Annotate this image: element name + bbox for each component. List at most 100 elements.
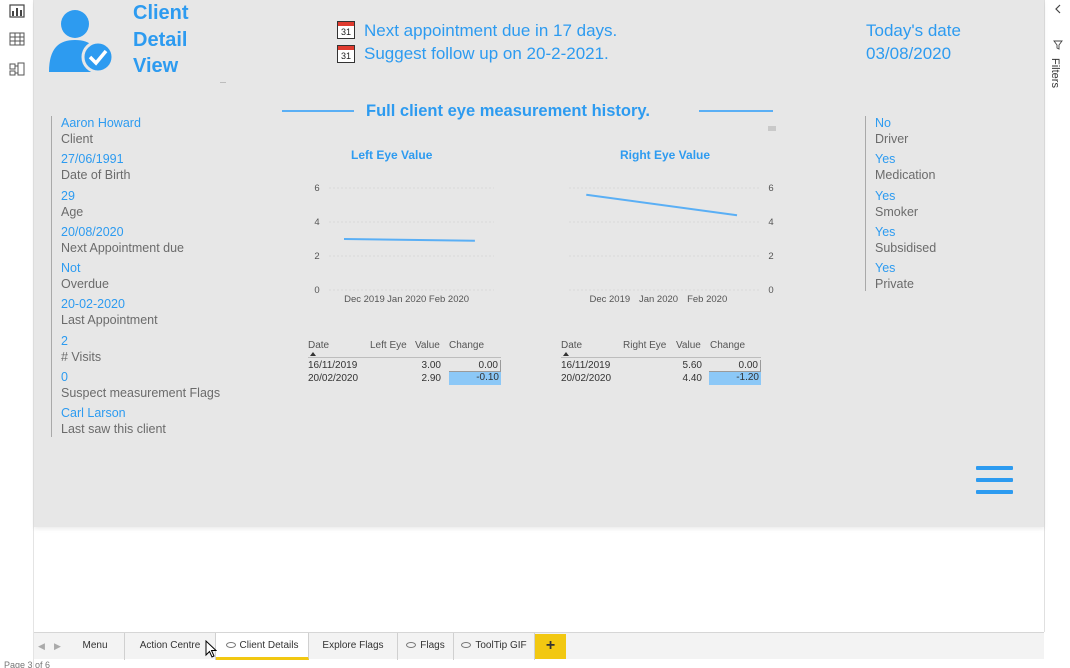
x-tick-label: Jan 2020 bbox=[639, 294, 678, 305]
info-next-appointment: 20/08/2020 Next Appointment due bbox=[61, 225, 184, 255]
hidden-page-icon bbox=[406, 642, 417, 649]
hidden-page-icon bbox=[461, 642, 472, 649]
col-header[interactable]: Left Eye bbox=[370, 340, 407, 351]
col-header[interactable]: Value bbox=[676, 340, 701, 351]
info-last-seen-by: Carl Larson Last saw this client bbox=[61, 406, 166, 436]
y-tick-label: 6 bbox=[768, 183, 773, 194]
chevron-left-icon[interactable] bbox=[1053, 4, 1063, 14]
col-header[interactable]: Right Eye bbox=[623, 340, 666, 351]
series-line bbox=[586, 193, 738, 217]
history-section-title: Full client eye measurement history. bbox=[366, 102, 650, 120]
col-header[interactable]: Value bbox=[415, 340, 440, 351]
info-last-appointment: 20-02-2020 Last Appointment bbox=[61, 297, 158, 327]
filter-funnel-icon bbox=[1053, 40, 1063, 50]
left-toolbar bbox=[0, 0, 34, 668]
x-tick-label: Dec 2019 bbox=[344, 294, 385, 305]
calendar-number: 31 bbox=[340, 27, 351, 37]
y-tick-label: 0 bbox=[768, 285, 773, 296]
todays-date-label: Today's date bbox=[866, 21, 961, 40]
divider bbox=[308, 357, 501, 358]
y-tick-label: 0 bbox=[314, 285, 319, 296]
hamburger-menu-icon[interactable] bbox=[976, 466, 1013, 496]
mouse-cursor-icon bbox=[205, 640, 217, 658]
table-cell: 2.90 bbox=[421, 373, 441, 384]
page-tab-label: ToolTip GIF bbox=[475, 640, 527, 651]
x-tick-label: Feb 2020 bbox=[429, 294, 469, 305]
client-flags-card: No Driver Yes Medication Yes Smoker Yes Subs… bbox=[865, 116, 985, 291]
page-tab-label: Menu bbox=[82, 640, 108, 651]
page-tab-label: Client Details bbox=[239, 640, 299, 651]
table-cell: 16/11/2019 bbox=[308, 360, 358, 371]
page-tab-label: Explore Flags bbox=[322, 640, 384, 651]
left-eye-chart-title: Left Eye Value bbox=[351, 148, 433, 162]
model-view-icon[interactable] bbox=[9, 62, 25, 76]
highlighted-change-cell: -0.10 bbox=[449, 372, 501, 385]
divider bbox=[561, 357, 761, 358]
table-cell: 20/02/2020 bbox=[561, 373, 612, 384]
calendar-icon: 31 bbox=[337, 21, 355, 39]
y-tick-label: 6 bbox=[314, 183, 319, 194]
highlighted-change-cell: -1.20 bbox=[709, 372, 761, 385]
page-tab[interactable]: Explore Flags bbox=[309, 633, 398, 660]
y-tick-label: 2 bbox=[768, 251, 773, 262]
col-header[interactable]: Change bbox=[710, 340, 745, 351]
x-tick-label: Feb 2020 bbox=[687, 294, 727, 305]
page-tab[interactable]: Client Details bbox=[216, 633, 309, 660]
table-cell: 16/11/2019 bbox=[561, 360, 611, 371]
page-tab[interactable]: Action Centre bbox=[125, 633, 216, 660]
title-line: View bbox=[133, 55, 179, 77]
right-eye-line-chart: 0 2 4 6 Dec 2019 Jan 2020 Feb 2020 bbox=[569, 183, 774, 305]
x-tick-label: Dec 2019 bbox=[589, 294, 630, 305]
divider bbox=[699, 110, 773, 112]
page-tab[interactable]: Menu bbox=[66, 633, 125, 660]
page-tab[interactable]: ToolTip GIF bbox=[454, 633, 535, 660]
col-header[interactable]: Change bbox=[449, 340, 484, 351]
client-verified-user-icon bbox=[49, 10, 115, 74]
col-header[interactable]: Date bbox=[308, 340, 329, 351]
table-cell: 4.40 bbox=[682, 373, 702, 384]
report-view-icon[interactable] bbox=[9, 4, 25, 18]
table-cell: 0.00 bbox=[709, 360, 761, 372]
right-eye-table: Date Right Eye Value Change 16/11/2019 5… bbox=[561, 340, 771, 390]
left-eye-line-chart: 0 2 4 6 Dec 2019 Jan 2020 Feb 2020 bbox=[314, 183, 494, 305]
prev-page-arrow-icon[interactable]: ◀ bbox=[38, 633, 45, 659]
right-eye-chart-title: Right Eye Value bbox=[620, 148, 711, 162]
calendar-icon: 31 bbox=[337, 45, 355, 63]
page-title: Client Detail View bbox=[133, 0, 189, 80]
sort-asc-icon bbox=[563, 352, 569, 356]
page-tab[interactable]: Flags bbox=[398, 633, 454, 660]
page-tab-label: Action Centre bbox=[139, 640, 201, 651]
next-appointment-text: Next appointment due in 17 days. bbox=[364, 21, 618, 40]
data-view-icon[interactable] bbox=[9, 32, 25, 46]
info-suspect-flags: 0 Suspect measurement Flags bbox=[61, 370, 221, 400]
page-tab-bar: ◀ ▶ Menu Action Centre Client Details Explo… bbox=[34, 632, 1044, 660]
x-tick-label: Jan 2020 bbox=[387, 294, 426, 305]
table-cell: 5.60 bbox=[682, 360, 702, 371]
info-overdue: Not Overdue bbox=[61, 261, 109, 291]
calendar-number: 31 bbox=[340, 51, 351, 61]
info-age: 29 Age bbox=[61, 189, 84, 219]
table-cell: 20/02/2020 bbox=[308, 373, 359, 384]
resize-handle bbox=[768, 126, 776, 131]
report-canvas: Client Detail View 31 Next appointment d… bbox=[34, 0, 1044, 527]
table-cell: 0.00 bbox=[449, 360, 501, 372]
page-tab-label: Flags bbox=[420, 640, 445, 651]
divider bbox=[282, 110, 354, 112]
info-visits: 2 # Visits bbox=[61, 334, 102, 364]
series-line bbox=[343, 238, 475, 242]
info-client: Aaron Howard Client bbox=[61, 116, 141, 146]
filters-pane-collapsed[interactable]: Filters bbox=[1044, 0, 1070, 632]
page-status: Page 3 of 6 bbox=[4, 660, 51, 668]
flag-smoker: Yes Smoker bbox=[875, 189, 919, 219]
next-page-arrow-icon[interactable]: ▶ bbox=[54, 633, 61, 659]
flag-medication: Yes Medication bbox=[875, 152, 936, 182]
flag-driver: No Driver bbox=[875, 116, 909, 146]
y-tick-label: 4 bbox=[768, 217, 773, 228]
table-cell: 3.00 bbox=[421, 360, 441, 371]
sort-asc-icon bbox=[310, 352, 316, 356]
col-header[interactable]: Date bbox=[561, 340, 582, 351]
add-page-button[interactable]: + bbox=[535, 634, 566, 659]
y-tick-label: 4 bbox=[314, 217, 319, 228]
follow-up-text: Suggest follow up on 20-2-2021. bbox=[364, 44, 609, 63]
title-line: Detail bbox=[133, 28, 188, 51]
